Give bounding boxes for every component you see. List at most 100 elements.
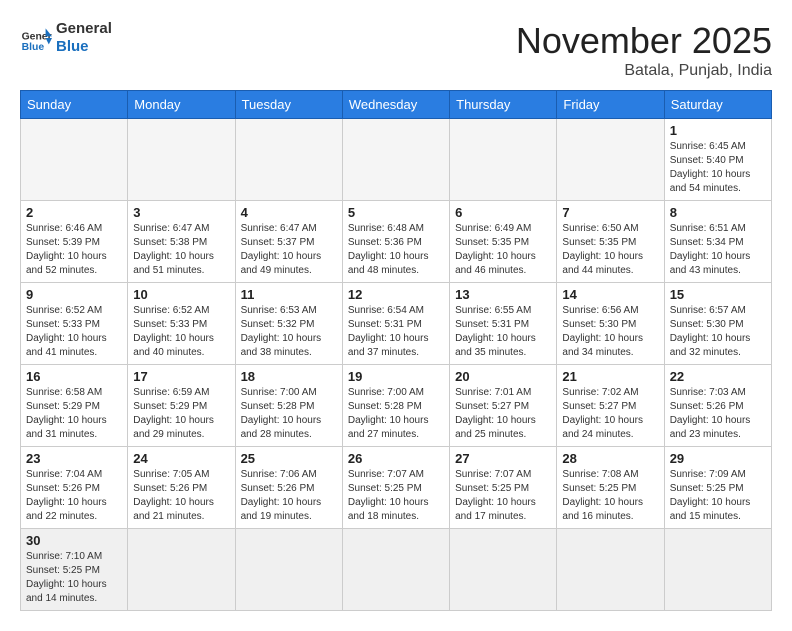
calendar-day-cell: [664, 529, 771, 611]
calendar-week-row: 30 Sunrise: 7:10 AM Sunset: 5:25 PM Dayli…: [21, 529, 772, 611]
day-number: 22: [670, 369, 766, 384]
calendar-day-cell: 16Sunrise: 6:58 AM Sunset: 5:29 PM Dayli…: [21, 365, 128, 447]
calendar-week-row: 9 Sunrise: 6:52 AM Sunset: 5:33 PM Daylig…: [21, 283, 772, 365]
day-info: Sunrise: 7:04 AM Sunset: 5:26 PM Dayligh…: [26, 468, 122, 524]
calendar-day-cell: 4Sunrise: 6:47 AM Sunset: 5:37 PM Daylig…: [235, 201, 342, 283]
calendar-day-cell: [450, 529, 557, 611]
day-number: 29: [670, 451, 766, 466]
calendar: SundayMondayTuesdayWednesdayThursdayFrid…: [20, 90, 772, 611]
calendar-day-cell: 27Sunrise: 7:07 AM Sunset: 5:25 PM Dayli…: [450, 447, 557, 529]
day-info: Sunrise: 6:54 AM Sunset: 5:31 PM Dayligh…: [348, 304, 444, 360]
calendar-day-cell: 8Sunrise: 6:51 AM Sunset: 5:34 PM Daylig…: [664, 201, 771, 283]
day-number: 5: [348, 205, 444, 220]
logo-blue: Blue: [56, 38, 112, 56]
calendar-day-cell: 11 Sunrise: 6:53 AM Sunset: 5:32 PM Dayli…: [235, 283, 342, 365]
logo-icon: General Blue: [20, 22, 52, 54]
day-info: Sunrise: 6:46 AM Sunset: 5:39 PM Dayligh…: [26, 222, 122, 278]
calendar-day-cell: 28Sunrise: 7:08 AM Sunset: 5:25 PM Dayli…: [557, 447, 664, 529]
calendar-day-cell: 6Sunrise: 6:49 AM Sunset: 5:35 PM Daylig…: [450, 201, 557, 283]
svg-text:Blue: Blue: [22, 42, 45, 53]
calendar-day-cell: 3 Sunrise: 6:47 AM Sunset: 5:38 PM Daylig…: [128, 201, 235, 283]
calendar-day-cell: 25Sunrise: 7:06 AM Sunset: 5:26 PM Dayli…: [235, 447, 342, 529]
day-number: 12: [348, 287, 444, 302]
day-number: 13: [455, 287, 551, 302]
weekday-header: Monday: [128, 91, 235, 119]
day-number: 9: [26, 287, 122, 302]
calendar-day-cell: 5 Sunrise: 6:48 AM Sunset: 5:36 PM Daylig…: [342, 201, 449, 283]
day-info: Sunrise: 7:10 AM Sunset: 5:25 PM Dayligh…: [26, 550, 122, 606]
day-number: 11: [241, 287, 337, 302]
day-info: Sunrise: 6:57 AM Sunset: 5:30 PM Dayligh…: [670, 304, 766, 360]
day-info: Sunrise: 6:58 AM Sunset: 5:29 PM Dayligh…: [26, 386, 122, 442]
weekday-header: Sunday: [21, 91, 128, 119]
calendar-day-cell: 26Sunrise: 7:07 AM Sunset: 5:25 PM Dayli…: [342, 447, 449, 529]
calendar-day-cell: 24Sunrise: 7:05 AM Sunset: 5:26 PM Dayli…: [128, 447, 235, 529]
title-block: November 2025 Batala, Punjab, India: [516, 20, 772, 80]
day-number: 25: [241, 451, 337, 466]
calendar-day-cell: 2 Sunrise: 6:46 AM Sunset: 5:39 PM Daylig…: [21, 201, 128, 283]
calendar-day-cell: 12 Sunrise: 6:54 AM Sunset: 5:31 PM Dayli…: [342, 283, 449, 365]
weekday-header: Friday: [557, 91, 664, 119]
day-info: Sunrise: 6:49 AM Sunset: 5:35 PM Dayligh…: [455, 222, 551, 278]
day-number: 15: [670, 287, 766, 302]
calendar-day-cell: [128, 529, 235, 611]
day-info: Sunrise: 7:09 AM Sunset: 5:25 PM Dayligh…: [670, 468, 766, 524]
day-number: 28: [562, 451, 658, 466]
day-info: Sunrise: 6:45 AM Sunset: 5:40 PM Dayligh…: [670, 140, 766, 196]
day-number: 10: [133, 287, 229, 302]
calendar-day-cell: 22Sunrise: 7:03 AM Sunset: 5:26 PM Dayli…: [664, 365, 771, 447]
logo: General Blue General Blue: [20, 20, 112, 56]
day-info: Sunrise: 7:01 AM Sunset: 5:27 PM Dayligh…: [455, 386, 551, 442]
weekday-header-row: SundayMondayTuesdayWednesdayThursdayFrid…: [21, 91, 772, 119]
calendar-day-cell: 14 Sunrise: 6:56 AM Sunset: 5:30 PM Dayli…: [557, 283, 664, 365]
day-number: 19: [348, 369, 444, 384]
calendar-day-cell: [557, 529, 664, 611]
calendar-day-cell: 21Sunrise: 7:02 AM Sunset: 5:27 PM Dayli…: [557, 365, 664, 447]
calendar-day-cell: [21, 119, 128, 201]
weekday-header: Saturday: [664, 91, 771, 119]
calendar-week-row: 2 Sunrise: 6:46 AM Sunset: 5:39 PM Daylig…: [21, 201, 772, 283]
weekday-header: Wednesday: [342, 91, 449, 119]
calendar-day-cell: 10 Sunrise: 6:52 AM Sunset: 5:33 PM Dayli…: [128, 283, 235, 365]
day-number: 2: [26, 205, 122, 220]
day-number: 18: [241, 369, 337, 384]
day-info: Sunrise: 6:55 AM Sunset: 5:31 PM Dayligh…: [455, 304, 551, 360]
page-header: General Blue General Blue November 2025 …: [20, 20, 772, 80]
calendar-day-cell: [342, 529, 449, 611]
day-number: 7: [562, 205, 658, 220]
calendar-day-cell: 30 Sunrise: 7:10 AM Sunset: 5:25 PM Dayli…: [21, 529, 128, 611]
day-info: Sunrise: 7:05 AM Sunset: 5:26 PM Dayligh…: [133, 468, 229, 524]
calendar-day-cell: 9Sunrise: 6:52 AM Sunset: 5:33 PM Daylig…: [21, 283, 128, 365]
calendar-day-cell: [235, 529, 342, 611]
day-info: Sunrise: 6:48 AM Sunset: 5:36 PM Dayligh…: [348, 222, 444, 278]
calendar-day-cell: 20 Sunrise: 7:01 AM Sunset: 5:27 PM Dayli…: [450, 365, 557, 447]
calendar-day-cell: [557, 119, 664, 201]
day-info: Sunrise: 7:00 AM Sunset: 5:28 PM Dayligh…: [348, 386, 444, 442]
day-number: 3: [133, 205, 229, 220]
calendar-day-cell: [342, 119, 449, 201]
weekday-header: Thursday: [450, 91, 557, 119]
calendar-day-cell: [235, 119, 342, 201]
calendar-day-cell: 18Sunrise: 7:00 AM Sunset: 5:28 PM Dayli…: [235, 365, 342, 447]
location: Batala, Punjab, India: [516, 62, 772, 80]
day-number: 14: [562, 287, 658, 302]
day-info: Sunrise: 6:47 AM Sunset: 5:38 PM Dayligh…: [133, 222, 229, 278]
day-info: Sunrise: 6:52 AM Sunset: 5:33 PM Dayligh…: [133, 304, 229, 360]
day-info: Sunrise: 6:56 AM Sunset: 5:30 PM Dayligh…: [562, 304, 658, 360]
day-info: Sunrise: 7:02 AM Sunset: 5:27 PM Dayligh…: [562, 386, 658, 442]
day-number: 26: [348, 451, 444, 466]
day-number: 23: [26, 451, 122, 466]
calendar-day-cell: 15 Sunrise: 6:57 AM Sunset: 5:30 PM Dayli…: [664, 283, 771, 365]
calendar-day-cell: 19 Sunrise: 7:00 AM Sunset: 5:28 PM Dayli…: [342, 365, 449, 447]
calendar-day-cell: 17Sunrise: 6:59 AM Sunset: 5:29 PM Dayli…: [128, 365, 235, 447]
day-number: 1: [670, 123, 766, 138]
day-number: 20: [455, 369, 551, 384]
day-number: 30: [26, 533, 122, 548]
day-info: Sunrise: 6:53 AM Sunset: 5:32 PM Dayligh…: [241, 304, 337, 360]
calendar-day-cell: 29 Sunrise: 7:09 AM Sunset: 5:25 PM Dayli…: [664, 447, 771, 529]
calendar-day-cell: 1 Sunrise: 6:45 AM Sunset: 5:40 PM Daylig…: [664, 119, 771, 201]
calendar-week-row: 1 Sunrise: 6:45 AM Sunset: 5:40 PM Daylig…: [21, 119, 772, 201]
calendar-day-cell: 13 Sunrise: 6:55 AM Sunset: 5:31 PM Dayli…: [450, 283, 557, 365]
day-number: 27: [455, 451, 551, 466]
calendar-day-cell: 23 Sunrise: 7:04 AM Sunset: 5:26 PM Dayli…: [21, 447, 128, 529]
